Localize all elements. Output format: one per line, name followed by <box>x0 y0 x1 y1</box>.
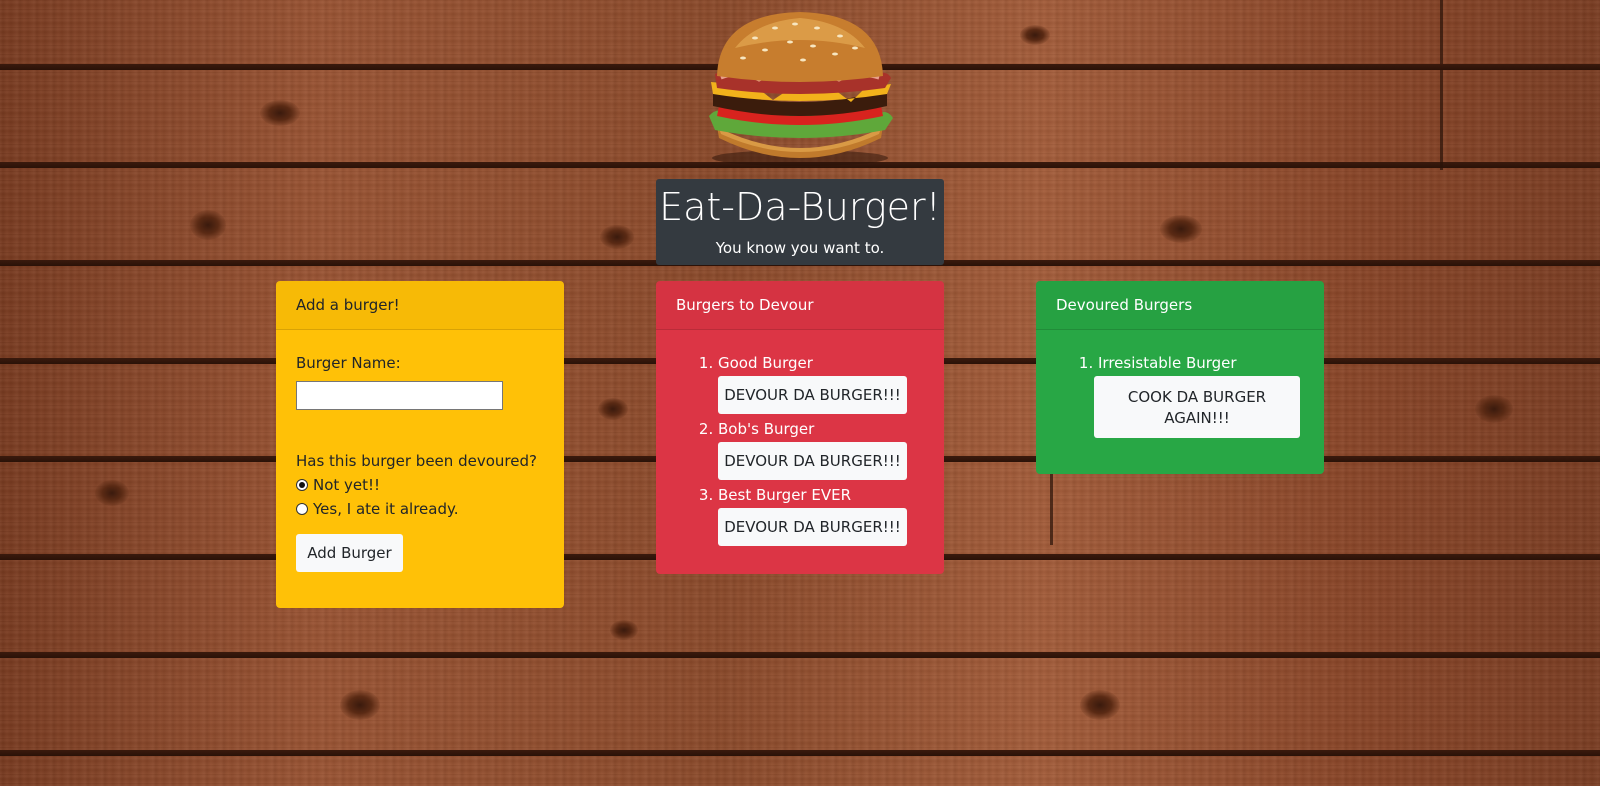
list-item: Best Burger EVER DEVOUR DA BURGER!!! <box>718 486 924 546</box>
devoured-burgers-card: Devoured Burgers Irresistable Burger COO… <box>1036 281 1324 474</box>
list-item: Irresistable Burger COOK DA BURGER AGAIN… <box>1094 354 1304 438</box>
wood-knot <box>1475 395 1513 423</box>
radio-ate-already[interactable]: Yes, I ate it already. <box>296 500 544 518</box>
radio-ate-already-button[interactable] <box>296 503 308 515</box>
wood-knot <box>600 225 634 249</box>
burger-name-input[interactable] <box>296 381 503 410</box>
add-burger-button[interactable]: Add Burger <box>296 534 403 572</box>
wood-knot <box>340 690 380 720</box>
devoured-burgers-list: Irresistable Burger COOK DA BURGER AGAIN… <box>1056 354 1304 438</box>
list-item: Bob's Burger DEVOUR DA BURGER!!! <box>718 420 924 480</box>
wood-knot <box>95 480 129 506</box>
burgers-to-devour-body: Good Burger DEVOUR DA BURGER!!! Bob's Bu… <box>656 330 944 572</box>
add-burger-form: Burger Name: Has this burger been devour… <box>276 330 564 592</box>
plank-joint <box>1440 70 1443 170</box>
burger-name: Bob's Burger <box>718 420 815 438</box>
burger-name: Irresistable Burger <box>1098 354 1237 372</box>
radio-not-yet-button[interactable] <box>296 479 308 491</box>
burgers-to-devour-list: Good Burger DEVOUR DA BURGER!!! Bob's Bu… <box>676 354 924 546</box>
wood-knot <box>1160 215 1202 243</box>
page-tagline: You know you want to. <box>715 239 885 257</box>
wood-knot <box>1080 690 1120 720</box>
wood-knot <box>598 398 628 420</box>
devoured-question: Has this burger been devoured? <box>296 452 537 470</box>
burger-name-label: Burger Name: <box>296 354 401 372</box>
wood-knot <box>260 100 300 126</box>
add-burger-card-header: Add a burger! <box>276 281 564 330</box>
add-burger-card: Add a burger! Burger Name: Has this burg… <box>276 281 564 608</box>
wood-knot <box>190 210 226 240</box>
burgers-to-devour-card: Burgers to Devour Good Burger DEVOUR DA … <box>656 281 944 574</box>
list-item: Good Burger DEVOUR DA BURGER!!! <box>718 354 924 414</box>
wood-knot <box>610 620 638 640</box>
burger-name: Best Burger EVER <box>718 486 852 504</box>
devour-burger-button[interactable]: DEVOUR DA BURGER!!! <box>718 442 907 480</box>
wood-knot <box>1020 25 1050 45</box>
radio-not-yet[interactable]: Not yet!! <box>296 476 544 494</box>
devour-burger-button[interactable]: DEVOUR DA BURGER!!! <box>718 508 907 546</box>
burger-logo-image <box>709 12 893 166</box>
radio-not-yet-label: Not yet!! <box>313 476 381 494</box>
burgers-to-devour-header: Burgers to Devour <box>656 281 944 330</box>
devoured-burgers-header: Devoured Burgers <box>1036 281 1324 330</box>
radio-ate-already-label: Yes, I ate it already. <box>313 500 459 518</box>
page-title: Eat-Da-Burger! <box>659 185 941 229</box>
devour-burger-button[interactable]: DEVOUR DA BURGER!!! <box>718 376 907 414</box>
plank-joint <box>1440 0 1443 64</box>
burger-name: Good Burger <box>718 354 813 372</box>
devoured-burgers-body: Irresistable Burger COOK DA BURGER AGAIN… <box>1036 330 1324 458</box>
header-jumbotron: Eat-Da-Burger! You know you want to. <box>656 179 944 265</box>
cook-burger-again-button[interactable]: COOK DA BURGER AGAIN!!! <box>1094 376 1300 438</box>
